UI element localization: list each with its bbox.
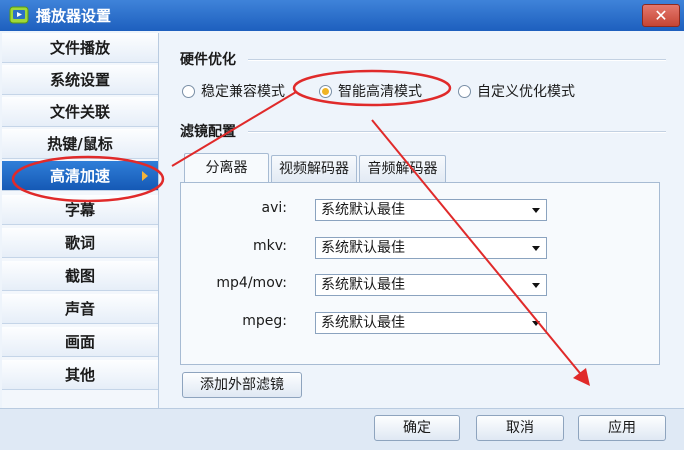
sidebar-item-label: 截图: [64, 267, 95, 285]
radio-stable-mode[interactable]: 稳定兼容模式: [182, 82, 285, 100]
mpeg-splitter-select[interactable]: 系统默认最佳: [315, 312, 547, 334]
tab-audio-decoder[interactable]: 音频解码器: [359, 155, 446, 182]
sidebar-item-label: 歌词: [64, 234, 95, 252]
section-divider: [248, 131, 666, 133]
mp4-mov-splitter-select[interactable]: 系统默认最佳: [315, 274, 547, 296]
settings-window: 播放器设置 ✕ 文件播放 系统设置 文件关联 热键/鼠标 高清加速 字幕 歌词 …: [0, 0, 684, 450]
tab-label: 音频解码器: [367, 161, 438, 177]
sidebar-item-lyrics[interactable]: 歌词: [2, 228, 158, 258]
radio-button[interactable]: [182, 84, 195, 98]
section-divider: [248, 59, 666, 61]
sidebar-item-file-playback[interactable]: 文件播放: [2, 33, 158, 63]
tab-label: 分离器: [205, 160, 248, 176]
close-button[interactable]: ✕: [642, 4, 680, 27]
radio-label: 稳定兼容模式: [201, 84, 285, 100]
select-value: 系统默认最佳: [321, 202, 405, 218]
mpeg-label: mpeg:: [242, 313, 287, 329]
tab-label: 视频解码器: [279, 161, 349, 177]
radio-button[interactable]: [458, 84, 471, 98]
title-bar[interactable]: 播放器设置 ✕: [0, 0, 684, 31]
dropdown-arrow-icon: [532, 246, 540, 251]
sidebar-item-label: 文件关联: [49, 103, 110, 121]
close-icon: ✕: [654, 6, 668, 25]
sidebar-item-system[interactable]: 系统设置: [2, 65, 158, 95]
sidebar-item-screenshot[interactable]: 截图: [2, 261, 158, 291]
sidebar-item-label: 声音: [64, 300, 95, 318]
radio-smart-hd-mode[interactable]: 智能高清模式: [319, 82, 422, 100]
window-title: 播放器设置: [36, 7, 112, 25]
sidebar-item-label: 其他: [64, 366, 95, 384]
mkv-splitter-select[interactable]: 系统默认最佳: [315, 237, 547, 259]
tab-video-decoder[interactable]: 视频解码器: [271, 155, 357, 182]
hardware-section-title: 硬件优化: [180, 52, 236, 68]
selected-arrow-icon: [142, 171, 148, 181]
sidebar-item-label: 字幕: [64, 201, 95, 219]
hd-acceleration-panel: 硬件优化 稳定兼容模式 智能高清模式 自定义优化模式 滤镜配置 分离器 视频解码…: [160, 33, 682, 408]
sidebar-item-label: 热键/鼠标: [47, 135, 113, 153]
apply-button[interactable]: 应用: [578, 415, 666, 441]
settings-sidebar: 文件播放 系统设置 文件关联 热键/鼠标 高清加速 字幕 歌词 截图 声音 画面…: [2, 33, 159, 408]
sidebar-item-label: 高清加速: [49, 167, 110, 185]
dropdown-arrow-icon: [532, 208, 540, 213]
select-value: 系统默认最佳: [321, 277, 405, 293]
avi-label: avi:: [261, 200, 287, 216]
radio-custom-mode[interactable]: 自定义优化模式: [458, 82, 575, 100]
select-value: 系统默认最佳: [321, 315, 405, 331]
sidebar-item-label: 系统设置: [49, 71, 110, 89]
mkv-label: mkv:: [253, 238, 287, 254]
tab-splitter[interactable]: 分离器: [184, 153, 269, 182]
sidebar-item-label: 画面: [64, 333, 95, 351]
add-external-filter-button[interactable]: 添加外部滤镜: [182, 372, 302, 398]
sidebar-item-hotkeys[interactable]: 热键/鼠标: [2, 129, 158, 159]
sidebar-item-hd-acceleration[interactable]: 高清加速: [2, 161, 158, 191]
sidebar-item-other[interactable]: 其他: [2, 360, 158, 390]
player-app-icon: [9, 6, 29, 24]
radio-label: 自定义优化模式: [477, 84, 575, 100]
sidebar-item-audio[interactable]: 声音: [2, 294, 158, 324]
footer-bar: 确定 取消 应用: [0, 408, 684, 450]
filter-section-title: 滤镜配置: [180, 124, 236, 140]
sidebar-item-label: 文件播放: [49, 39, 110, 57]
select-value: 系统默认最佳: [321, 240, 405, 256]
radio-button-checked[interactable]: [319, 84, 332, 98]
sidebar-item-file-association[interactable]: 文件关联: [2, 97, 158, 127]
ok-button[interactable]: 确定: [374, 415, 460, 441]
sidebar-item-subtitles[interactable]: 字幕: [2, 195, 158, 225]
dropdown-arrow-icon: [532, 321, 540, 326]
avi-splitter-select[interactable]: 系统默认最佳: [315, 199, 547, 221]
mp4-mov-label: mp4/mov:: [216, 275, 287, 291]
radio-label: 智能高清模式: [338, 84, 422, 100]
sidebar-item-picture[interactable]: 画面: [2, 327, 158, 357]
cancel-button[interactable]: 取消: [476, 415, 564, 441]
dropdown-arrow-icon: [532, 283, 540, 288]
splitter-tab-panel: avi: 系统默认最佳 mkv: 系统默认最佳 mp4/mov: 系统默认最佳 …: [180, 182, 660, 365]
